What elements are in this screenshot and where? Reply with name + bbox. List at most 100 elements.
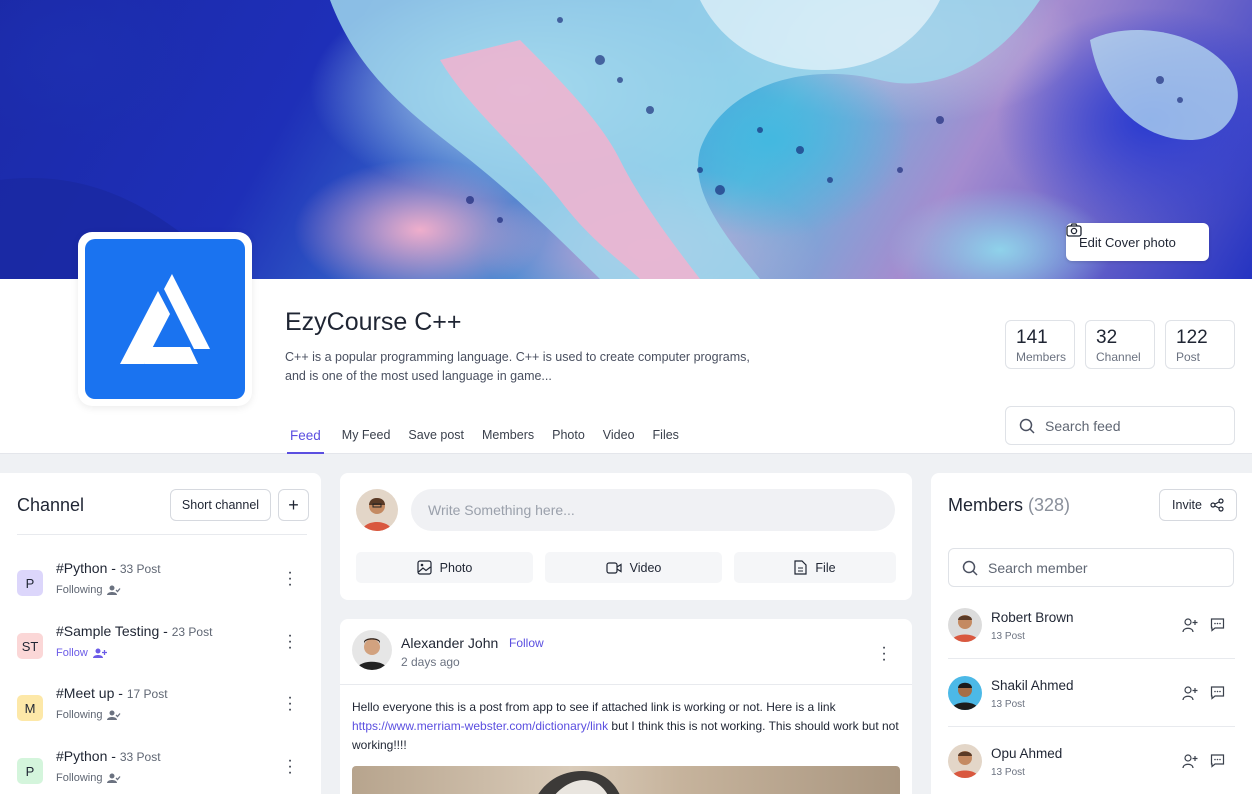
members-title-text: Members <box>948 495 1024 515</box>
message-icon[interactable] <box>1210 685 1225 700</box>
channel-name: #Sample Testing - 23 Post <box>56 623 212 639</box>
post-link[interactable]: https://www.merriam-webster.com/dictiona… <box>352 719 608 733</box>
person-icon <box>951 751 979 778</box>
channel-post-count: 33 Post <box>119 750 161 764</box>
member-posts: 13 Post <box>991 631 1025 642</box>
channel-name-text: #Meet up - <box>56 685 127 701</box>
post-author-name[interactable]: Alexander John <box>401 635 498 651</box>
group-logo <box>78 232 252 406</box>
stat-value: 122 <box>1176 327 1208 348</box>
edit-cover-button[interactable]: Edit Cover photo <box>1066 223 1209 261</box>
stat-members[interactable]: 141 Members <box>1005 320 1075 369</box>
add-friend-icon[interactable] <box>1182 617 1198 633</box>
channel-name-text: #Sample Testing - <box>56 623 172 639</box>
message-icon[interactable] <box>1210 617 1225 632</box>
channel-avatar: ST <box>17 633 43 659</box>
search-icon <box>962 560 978 576</box>
tab-photo[interactable]: Photo <box>552 420 585 454</box>
photo-button[interactable]: Photo <box>356 552 533 583</box>
channel-item[interactable]: P #Python - 33 Post Following · · · <box>17 560 307 610</box>
tab-save-post[interactable]: Save post <box>408 420 464 454</box>
stat-channel[interactable]: 32 Channel <box>1085 320 1155 369</box>
person-icon <box>951 682 979 710</box>
search-member-placeholder: Search member <box>988 559 1088 576</box>
edit-cover-label: Edit Cover photo <box>1079 234 1176 250</box>
user-check-icon <box>107 710 121 720</box>
channel-post-count: 17 Post <box>126 687 168 701</box>
member-row[interactable]: Robert Brown 13 Post <box>948 608 1235 676</box>
divider <box>340 684 912 685</box>
tab-members[interactable]: Members <box>482 420 534 454</box>
search-member-input[interactable]: Search member <box>948 548 1234 587</box>
tab-feed[interactable]: Feed <box>287 420 324 454</box>
channel-name: #Meet up - 17 Post <box>56 685 168 701</box>
channel-post-count: 33 Post <box>119 562 161 576</box>
message-icon[interactable] <box>1210 753 1225 768</box>
person-icon <box>356 638 388 670</box>
person-icon <box>951 615 979 642</box>
camera-icon <box>1066 223 1082 237</box>
search-feed-input[interactable]: Search feed <box>1005 406 1235 445</box>
follow-link[interactable]: Follow <box>509 636 544 650</box>
post-image[interactable] <box>352 766 900 794</box>
channel-status-label: Follow <box>56 647 88 659</box>
channel-status[interactable]: Following <box>56 709 121 721</box>
channel-status[interactable]: Follow <box>56 647 107 659</box>
stat-label: Members <box>1016 350 1067 364</box>
image-icon <box>417 560 432 575</box>
post-author-avatar[interactable] <box>352 630 392 670</box>
video-label: Video <box>629 560 662 575</box>
member-avatar <box>948 744 982 778</box>
more-icon[interactable]: · · · <box>285 565 295 593</box>
more-icon[interactable]: · · · <box>879 640 889 668</box>
user-avatar <box>356 489 398 531</box>
invite-button[interactable]: Invite <box>1159 489 1237 521</box>
channel-item[interactable]: M #Meet up - 17 Post Following · · · <box>17 685 307 735</box>
channel-status[interactable]: Following <box>56 772 121 784</box>
channel-status[interactable]: Following <box>56 584 121 596</box>
add-friend-icon[interactable] <box>1182 753 1198 769</box>
divider <box>948 726 1235 727</box>
more-icon[interactable]: · · · <box>285 753 295 781</box>
add-channel-button[interactable]: + <box>278 489 309 521</box>
member-name: Shakil Ahmed <box>991 678 1074 693</box>
group-description: C++ is a popular programming language. C… <box>285 350 750 383</box>
search-icon <box>1019 418 1035 434</box>
more-icon[interactable]: · · · <box>285 628 295 656</box>
member-avatar <box>948 608 982 642</box>
search-feed-placeholder: Search feed <box>1045 417 1121 434</box>
channel-status-label: Following <box>56 584 103 596</box>
tab-my-feed[interactable]: My Feed <box>342 420 391 454</box>
channel-post-count: 23 Post <box>171 625 213 639</box>
user-check-icon <box>107 773 121 783</box>
tab-files[interactable]: Files <box>653 420 679 454</box>
post-text-start: Hello everyone this is a post from app t… <box>352 700 836 714</box>
share-icon <box>1210 498 1224 512</box>
members-title: Members (328) <box>948 495 1070 516</box>
more-icon[interactable]: · · · <box>285 690 295 718</box>
post-image-art <box>538 771 620 794</box>
short-channel-button[interactable]: Short channel <box>170 489 271 521</box>
channel-title: Channel <box>17 495 85 515</box>
video-button[interactable]: Video <box>545 552 722 583</box>
channel-item[interactable]: ST #Sample Testing - 23 Post Follow · · · <box>17 623 307 673</box>
member-posts: 13 Post <box>991 767 1025 778</box>
member-row[interactable]: Opu Ahmed 13 Post <box>948 744 1235 794</box>
stat-value: 32 <box>1096 327 1118 348</box>
post-body: Hello everyone this is a post from app t… <box>352 698 900 755</box>
channel-name-text: #Python - <box>56 560 120 576</box>
tab-video[interactable]: Video <box>603 420 635 454</box>
add-friend-icon[interactable] <box>1182 685 1198 701</box>
file-label: File <box>815 560 836 575</box>
person-icon <box>362 498 392 531</box>
channel-name: #Python - 33 Post <box>56 560 161 576</box>
stat-value: 141 <box>1016 327 1048 348</box>
member-row[interactable]: Shakil Ahmed 13 Post <box>948 676 1235 744</box>
divider <box>948 658 1235 659</box>
members-count: (328) <box>1028 495 1071 515</box>
stat-post[interactable]: 122 Post <box>1165 320 1235 369</box>
stat-label: Channel <box>1096 350 1141 364</box>
file-button[interactable]: File <box>734 552 896 583</box>
post-input[interactable]: Write Something here... <box>411 489 895 531</box>
channel-item[interactable]: P #Python - 33 Post Following · · · <box>17 748 307 794</box>
